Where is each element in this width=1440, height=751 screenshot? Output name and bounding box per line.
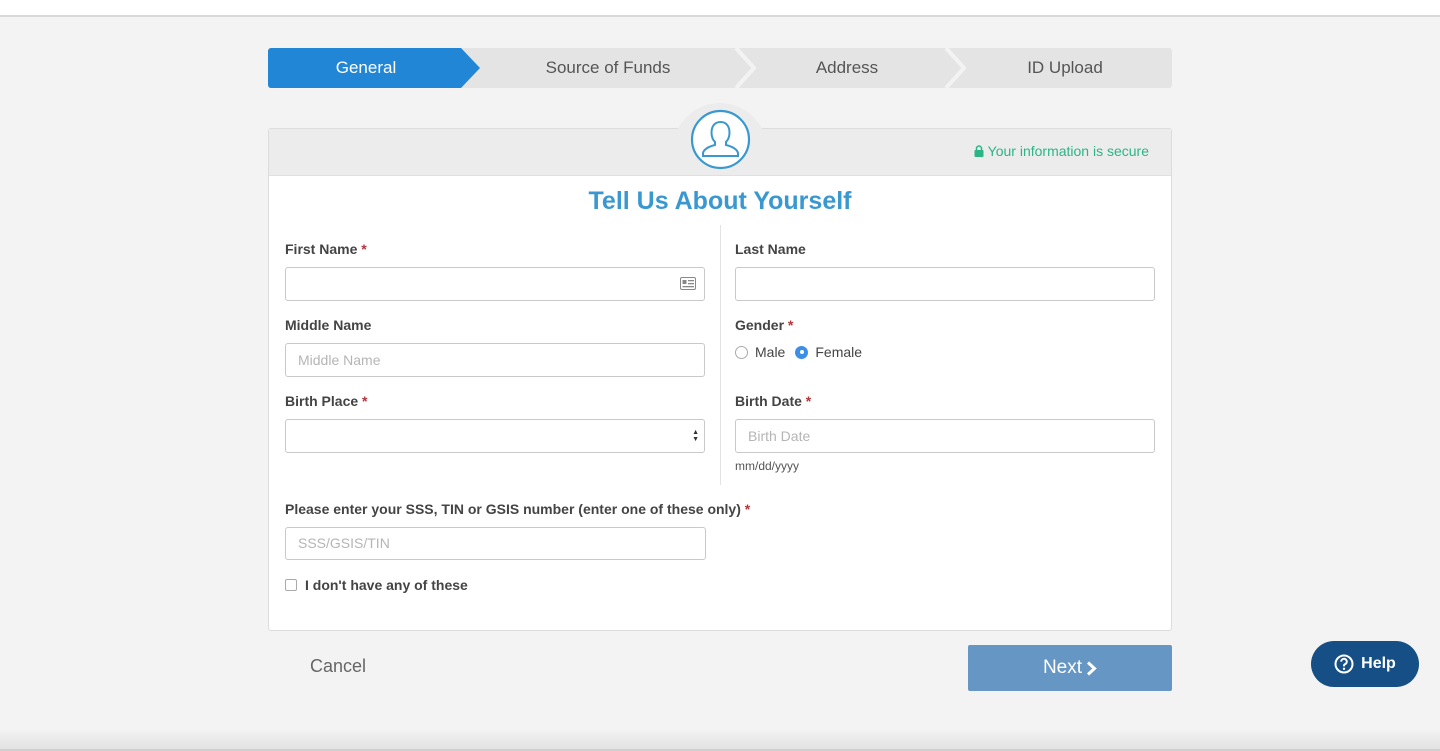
middle-name-label-text: Middle Name	[285, 317, 372, 333]
no-id-checkbox-label[interactable]: I don't have any of these	[305, 577, 468, 593]
first-name-label-text: First Name	[285, 241, 358, 257]
step-general-label: General	[335, 58, 397, 77]
gender-option-female[interactable]: Female	[795, 344, 862, 360]
lock-icon	[974, 145, 984, 157]
next-button-label: Next	[1042, 657, 1083, 678]
select-arrows-icon: ▲ ▼	[692, 429, 699, 443]
step-address[interactable]: Address	[736, 48, 958, 88]
birth-place-select[interactable]: ▲ ▼	[285, 419, 705, 453]
help-button[interactable]: Help	[1311, 641, 1419, 687]
browser-top-bar	[0, 0, 1440, 17]
required-mark: *	[805, 393, 812, 409]
required-mark: *	[361, 241, 367, 257]
step-id-upload-label: ID Upload	[1027, 58, 1103, 77]
required-mark: *	[787, 317, 794, 333]
id-number-label-text: Please enter your SSS, TIN or GSIS numbe…	[285, 501, 741, 517]
gender-label-text: Gender	[735, 317, 785, 333]
step-general[interactable]: General	[268, 48, 480, 88]
middle-name-label: Middle Name	[285, 317, 371, 333]
step-separator	[734, 48, 756, 88]
personal-info-card: Your information is secure Tell Us About…	[268, 103, 1172, 631]
help-button-label: Help	[1361, 655, 1396, 672]
birth-place-label-text: Birth Place	[285, 393, 359, 409]
next-button[interactable]: Next	[968, 645, 1172, 691]
step-address-label: Address	[815, 58, 879, 77]
middle-name-input[interactable]: Middle Name	[285, 343, 705, 377]
step-source-of-funds-label: Source of Funds	[545, 58, 671, 77]
birth-place-label: Birth Place *	[285, 393, 367, 409]
radio-male[interactable]	[735, 345, 748, 359]
birth-date-input[interactable]: Birth Date	[735, 419, 1155, 453]
first-name-input[interactable]	[285, 267, 705, 301]
required-mark: *	[362, 393, 368, 409]
progress-stepper: General Source of Funds Address ID Uploa…	[268, 48, 1172, 88]
user-circle-icon	[690, 109, 751, 170]
gender-option-male[interactable]: Male	[735, 344, 785, 360]
last-name-label-text: Last Name	[735, 241, 806, 257]
question-circle-icon	[1334, 654, 1354, 674]
required-mark: *	[744, 501, 751, 517]
secure-text: Your information is secure	[987, 143, 1149, 159]
birth-date-label-text: Birth Date	[735, 393, 802, 409]
chevron-right-icon	[1087, 660, 1097, 676]
last-name-label: Last Name	[735, 241, 806, 257]
middle-name-placeholder: Middle Name	[298, 352, 381, 368]
id-number-input[interactable]: SSS/GSIS/TIN	[285, 527, 706, 560]
column-divider	[720, 225, 721, 485]
no-id-checkbox[interactable]	[285, 579, 297, 591]
gender-radio-group: Male Female	[735, 344, 872, 360]
secure-notice: Your information is secure	[974, 143, 1149, 159]
step-id-upload[interactable]: ID Upload	[958, 48, 1172, 88]
id-number-placeholder: SSS/GSIS/TIN	[298, 535, 390, 551]
birth-date-placeholder: Birth Date	[748, 428, 811, 444]
page-bottom-shade	[0, 729, 1440, 751]
page-title: Tell Us About Yourself	[588, 187, 852, 215]
radio-female[interactable]	[795, 345, 809, 359]
first-name-label: First Name *	[285, 241, 367, 257]
radio-female-label: Female	[815, 344, 863, 360]
last-name-input[interactable]	[735, 267, 1155, 301]
birth-date-format-hint: mm/dd/yyyy	[735, 459, 800, 473]
radio-male-label: Male	[755, 344, 786, 360]
id-card-icon	[680, 277, 696, 290]
birth-date-label: Birth Date *	[735, 393, 811, 409]
id-number-label: Please enter your SSS, TIN or GSIS numbe…	[285, 501, 750, 517]
cancel-button[interactable]: Cancel	[310, 656, 366, 677]
step-source-of-funds[interactable]: Source of Funds	[480, 48, 736, 88]
step-separator	[944, 48, 966, 88]
gender-label: Gender *	[735, 317, 793, 333]
